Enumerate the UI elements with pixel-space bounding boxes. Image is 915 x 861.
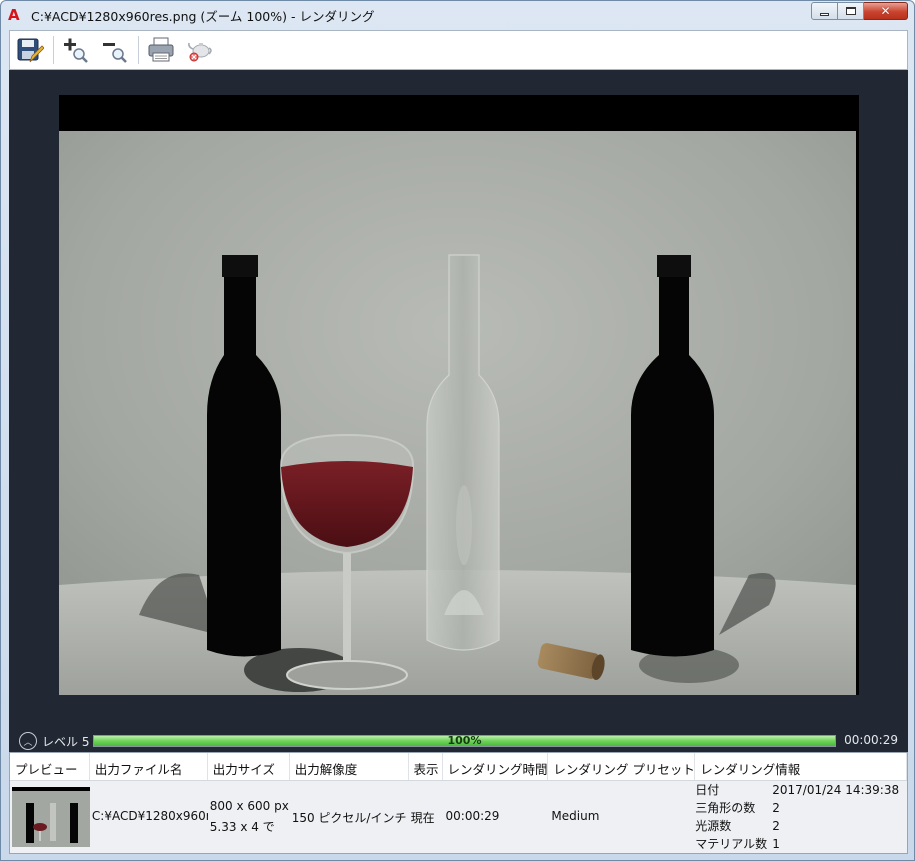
zoom-out-icon xyxy=(103,43,127,63)
render-preset: Medium xyxy=(551,809,600,823)
render-teapot-button[interactable] xyxy=(184,34,216,66)
render-viewport[interactable] xyxy=(9,70,908,730)
file-name-cell: C:¥ACD¥1280x960r xyxy=(90,781,208,853)
column-header-file-name[interactable]: 出力ファイル名 xyxy=(90,753,208,780)
column-header-render-info[interactable]: レンダリング情報 xyxy=(695,753,907,780)
render-level-label: レベル 5 xyxy=(42,734,90,749)
history-header: プレビュー 出力ファイル名 出力サイズ 出力解像度 表示 レンダリング時間 レン… xyxy=(10,753,907,781)
zoom-out-button[interactable] xyxy=(99,34,131,66)
window-controls: ✕ xyxy=(811,2,908,20)
info-key: 光源数 xyxy=(695,819,732,833)
info-key: 日付 xyxy=(695,783,720,797)
toolbar-separator xyxy=(138,36,139,64)
progress-row: ︿ レベル 5 100% 00:00:29 xyxy=(9,730,908,752)
output-resolution: 150 ピクセル/インチ xyxy=(291,811,407,825)
output-size-cell: 800 x 600 px 5.33 x 4 で xyxy=(208,781,290,853)
collapse-history-button[interactable]: ︿ xyxy=(19,732,37,750)
info-line-triangles: 三角形の数 2 xyxy=(695,799,899,817)
title-bar[interactable]: A C:¥ACD¥1280x960res.png (ズーム 100%) - レン… xyxy=(1,1,914,29)
info-key: マテリアル数 xyxy=(695,837,768,851)
output-size-pixels: 800 x 600 px xyxy=(209,799,289,813)
progress-percent-label: 100% xyxy=(447,734,482,747)
output-file-name: C:¥ACD¥1280x960r xyxy=(91,809,208,823)
minimize-icon xyxy=(820,12,829,16)
zoom-in-button[interactable] xyxy=(60,34,92,66)
render-history-table: プレビュー 出力ファイル名 出力サイズ 出力解像度 表示 レンダリング時間 レン… xyxy=(9,752,908,854)
info-line-materials: マテリアル数 1 xyxy=(695,835,899,853)
thumbnail-scene xyxy=(12,787,90,847)
window-title: C:¥ACD¥1280x960res.png (ズーム 100%) - レンダリ… xyxy=(31,8,375,24)
info-line-date: 日付 2017/01/24 14:39:38 xyxy=(695,781,899,799)
maximize-button[interactable] xyxy=(838,2,864,20)
render-teapot-icon xyxy=(188,42,212,62)
preset-cell: Medium xyxy=(548,781,695,853)
column-header-render-time[interactable]: レンダリング時間 xyxy=(443,753,549,780)
close-icon: ✕ xyxy=(880,4,891,18)
rendered-scene xyxy=(59,95,859,695)
info-key: 三角形の数 xyxy=(695,801,756,815)
view-cell: 現在 xyxy=(409,781,443,853)
info-value: 2017/01/24 14:39:38 xyxy=(772,783,900,797)
chevron-up-icon: ︿ xyxy=(23,737,33,748)
rendered-image xyxy=(59,95,859,695)
toolbar-separator xyxy=(53,36,54,64)
info-line-lights: 光源数 2 xyxy=(695,817,899,835)
close-button[interactable]: ✕ xyxy=(864,2,908,20)
info-value: 2 xyxy=(772,819,780,833)
render-window: A C:¥ACD¥1280x960res.png (ズーム 100%) - レン… xyxy=(0,0,915,861)
column-header-view[interactable]: 表示 xyxy=(409,753,443,780)
column-header-preset[interactable]: レンダリング プリセット xyxy=(548,753,696,780)
save-button[interactable] xyxy=(14,34,46,66)
render-time: 00:00:29 xyxy=(445,809,500,823)
history-row[interactable]: C:¥ACD¥1280x960r 800 x 600 px 5.33 x 4 で… xyxy=(10,781,907,853)
autocad-app-icon[interactable]: A xyxy=(8,7,24,23)
column-header-preview[interactable]: プレビュー xyxy=(10,753,90,780)
column-header-output-size[interactable]: 出力サイズ xyxy=(208,753,290,780)
info-value: 2 xyxy=(772,801,780,815)
render-progress-bar: 100% xyxy=(93,734,836,747)
render-time-cell: 00:00:29 xyxy=(443,781,549,853)
maximize-icon xyxy=(845,7,856,15)
print-button[interactable] xyxy=(145,34,177,66)
render-info-cell: 日付 2017/01/24 14:39:38 三角形の数 2 光源数 2 マテリアル数… xyxy=(695,781,907,853)
resolution-cell: 150 ピクセル/インチ xyxy=(290,781,409,853)
minimize-button[interactable] xyxy=(811,2,838,20)
info-value: 1 xyxy=(772,837,780,851)
zoom-in-icon xyxy=(64,38,88,63)
render-info-list: 日付 2017/01/24 14:39:38 三角形の数 2 光源数 2 マテリアル数… xyxy=(695,781,899,853)
column-header-resolution[interactable]: 出力解像度 xyxy=(290,753,409,780)
output-size-units: 5.33 x 4 で xyxy=(209,820,275,834)
preview-cell xyxy=(10,781,90,853)
print-icon xyxy=(148,37,174,62)
elapsed-time: 00:00:29 xyxy=(844,733,898,747)
save-icon xyxy=(17,38,44,63)
toolbar xyxy=(9,30,908,70)
view-name: 現在 xyxy=(410,811,435,825)
preview-thumbnail[interactable] xyxy=(12,787,90,847)
